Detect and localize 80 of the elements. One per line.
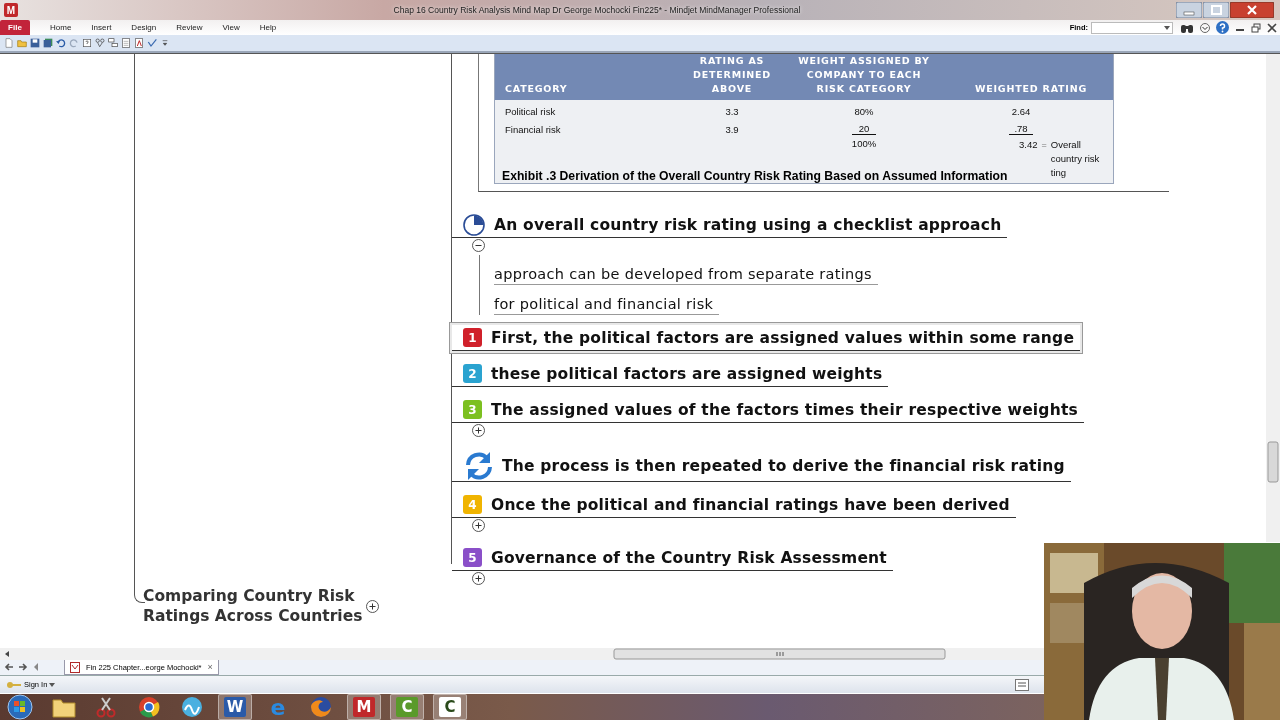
topic[interactable]: 3 The assigned values of the factors times their respective weights [452,397,1084,423]
topic[interactable]: 2 these political factors are assigned weights [452,361,889,387]
dropdown-caret-icon [1164,25,1170,30]
topic[interactable]: An overall country risk rating using a checklist approach [452,212,1008,238]
table-cell: 100% [851,138,877,149]
start-button[interactable] [4,694,36,720]
ribbon-tab[interactable]: Review [166,20,213,35]
topic-text[interactable]: Comparing Country Risk Ratings Across Countries [143,586,363,626]
expand-button[interactable] [472,519,485,532]
maximize-button[interactable] [1203,2,1229,18]
column-header: WEIGHTED RATING [973,82,1089,96]
layout-icon[interactable] [108,38,118,48]
scroll-left-icon[interactable] [32,662,40,672]
priority-icon: 1 [463,328,482,347]
close-icon[interactable] [1267,22,1277,33]
subtopic[interactable]: for political and financial risk [494,294,720,315]
table-cell: 80% [854,105,874,117]
table-cell: 3.42 [1019,138,1038,152]
topic[interactable]: 1 First, the political factors are assigned values within some range [452,325,1081,351]
topic[interactable]: 4 Once the political and financial ratings have been derived [452,492,1016,518]
back-arrow-icon[interactable] [4,662,14,672]
progress-icon [463,213,485,236]
table-cell: Political risk [505,105,556,117]
word-button[interactable]: W [224,697,246,717]
ribbon-tab[interactable]: View [212,20,250,35]
chevron-down-icon[interactable] [1200,22,1210,33]
find-field[interactable] [1091,21,1173,34]
table-cell: .78 [1009,123,1033,135]
table-cell: 20 [852,123,876,135]
equals-sign: = [1041,139,1047,152]
expand-button[interactable] [366,599,380,613]
table-cell: 3.3 [725,105,739,117]
topics-icon[interactable] [95,38,105,48]
ribbon-tab[interactable]: Design [121,20,167,35]
column-header: WEIGHT ASSIGNED BY COMPANY TO EACH RISK CATEGORY [797,54,931,96]
undo-icon[interactable] [56,38,66,48]
expand-button[interactable] [472,572,485,585]
help-icon[interactable] [1216,21,1229,34]
priority-icon: 5 [463,548,482,567]
topic[interactable]: 5 Governance of the Country Risk Assessment [452,545,893,571]
column-header: CATEGORY [504,82,569,96]
save-icon[interactable] [30,38,40,48]
ribbon-tab[interactable]: Help [249,20,287,35]
key-icon [6,680,22,689]
close-tab-button[interactable]: × [207,662,213,672]
priority-icon: 3 [463,400,482,419]
app-logo: M [4,3,18,17]
expand-button[interactable] [472,424,485,437]
close-button[interactable] [1230,2,1274,18]
file-menu-button[interactable]: File [0,20,30,35]
customize-icon[interactable] [160,38,170,48]
forward-arrow-icon[interactable] [18,662,28,672]
pdf-icon[interactable] [134,38,144,48]
priority-icon: 4 [463,495,482,514]
restore-icon[interactable] [1251,22,1261,33]
map-document-icon [70,661,80,673]
exhibit-caption: Exhibit .3 Derivation of the Overall Country Risk Rating Based on Assumed Information [502,169,1008,183]
subtopic[interactable]: approach can be developed from separate ratings [494,264,878,285]
table-note: Overall country risk ting [1050,138,1101,180]
table-cell: 2.64 [1011,105,1031,117]
app-button[interactable]: M [353,697,375,717]
ribbon-tab[interactable]: Insert [81,20,122,35]
spelling-icon[interactable] [147,38,157,48]
window-title: Chap 16 Country Risk Analysis Mind Map Dr George Mochocki Fin225* - Mindjet MindManager Professional [392,5,802,15]
question-icon[interactable] [82,38,92,48]
table-cell: Financial risk [505,123,561,135]
collapse-button[interactable] [472,239,485,252]
priority-icon: 2 [463,364,482,383]
table-cell: 3.9 [725,123,739,135]
column-header: RATING AS DETERMINED ABOVE [692,54,772,96]
ribbon-tab[interactable]: Home [40,20,82,35]
save-all-icon[interactable] [43,38,53,48]
document-icon[interactable] [121,38,131,48]
editor-button[interactable]: C [439,697,461,717]
horizontal-scrollbar[interactable] [0,648,1044,660]
topic[interactable]: The process is then repeated to derive the financial risk rating [452,450,1071,482]
vertical-scrollbar[interactable] [1266,54,1280,542]
refresh-icon [463,450,495,481]
view-toggle-icon[interactable] [1015,678,1029,691]
dropdown-caret-icon [49,682,56,687]
